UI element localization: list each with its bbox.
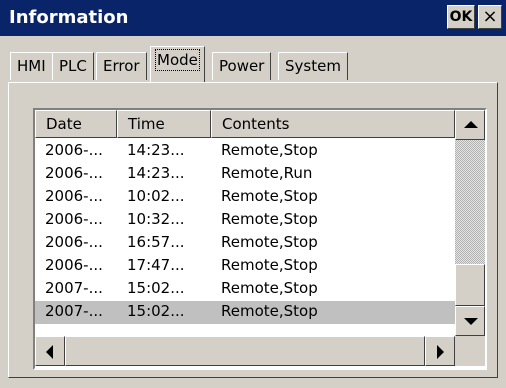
scrollbar-corner — [455, 336, 485, 366]
list-row[interactable]: 2006-... 10:32... Remote,Stop — [35, 209, 455, 232]
cell-date: 2007-... — [45, 279, 103, 297]
list-row[interactable]: 2006-... 10:02... Remote,Stop — [35, 186, 455, 209]
vertical-scrollbar[interactable] — [455, 110, 485, 336]
list-row[interactable]: 2006-... 16:57... Remote,Stop — [35, 232, 455, 255]
cell-time: 14:23... — [127, 141, 185, 159]
tab-power[interactable]: Power — [212, 52, 272, 80]
scroll-up-button[interactable] — [455, 110, 485, 140]
cell-contents: Remote,Stop — [221, 187, 318, 205]
title-bar: Information OK × — [0, 0, 506, 36]
cell-time: 17:47... — [127, 256, 185, 274]
list-rows: 2006-... 14:23... Remote,Stop 2006-... 1… — [35, 140, 455, 324]
tab-label: HMI — [17, 57, 46, 75]
list-row-selected[interactable]: 2007-... 15:02... Remote,Stop — [35, 301, 455, 324]
column-header-time[interactable]: Time — [117, 110, 211, 138]
arrow-down-icon — [464, 318, 478, 325]
cell-date: 2006-... — [45, 233, 103, 251]
arrow-left-icon — [46, 345, 53, 359]
arrow-up-icon — [464, 121, 478, 128]
cell-time: 14:23... — [127, 164, 185, 182]
tab-label: System — [285, 57, 341, 75]
scroll-down-button[interactable] — [455, 306, 485, 336]
ok-button[interactable]: OK — [447, 5, 475, 29]
cell-time: 10:02... — [127, 187, 185, 205]
cell-time: 16:57... — [127, 233, 185, 251]
cell-time: 10:32... — [127, 210, 185, 228]
scroll-right-button[interactable] — [425, 336, 455, 366]
tab-system[interactable]: System — [278, 52, 348, 80]
list-row[interactable]: 2007-... 15:02... Remote,Stop — [35, 278, 455, 301]
tab-label: Error — [103, 57, 140, 75]
cell-contents: Remote,Stop — [221, 210, 318, 228]
cell-contents: Remote,Stop — [221, 302, 318, 320]
tab-hmi[interactable]: HMI — [10, 52, 53, 80]
arrow-right-icon — [437, 345, 444, 359]
window-title: Information — [9, 7, 129, 28]
scroll-left-button[interactable] — [35, 336, 65, 366]
list-row[interactable]: 2006-... 14:23... Remote,Stop — [35, 140, 455, 163]
cell-contents: Remote,Stop — [221, 233, 318, 251]
tab-label: Power — [219, 57, 265, 75]
vertical-scroll-thumb[interactable] — [455, 264, 485, 306]
cell-time: 15:02... — [127, 279, 185, 297]
tab-label: PLC — [59, 57, 87, 75]
cell-date: 2006-... — [45, 256, 103, 274]
cell-date: 2006-... — [45, 164, 103, 182]
tab-mode[interactable]: Mode — [150, 46, 205, 82]
list-row[interactable]: 2006-... 17:47... Remote,Stop — [35, 255, 455, 278]
horizontal-scrollbar[interactable] — [35, 336, 455, 366]
cell-contents: Remote,Stop — [221, 141, 318, 159]
close-button[interactable]: × — [478, 5, 502, 29]
cell-date: 2006-... — [45, 141, 103, 159]
cell-time: 15:02... — [127, 302, 185, 320]
list-row[interactable]: 2006-... 14:23... Remote,Run — [35, 163, 455, 186]
cell-date: 2007-... — [45, 302, 103, 320]
tab-plc[interactable]: PLC — [52, 52, 94, 80]
tab-label: Mode — [155, 49, 200, 71]
cell-contents: Remote,Stop — [221, 256, 318, 274]
cell-contents: Remote,Stop — [221, 279, 318, 297]
tab-error[interactable]: Error — [96, 52, 147, 80]
cell-contents: Remote,Run — [221, 164, 313, 182]
mode-log-list[interactable]: Date Time Contents 2006-... 14:23... Rem… — [33, 108, 487, 370]
column-header-date[interactable]: Date — [35, 110, 117, 138]
horizontal-scroll-thumb[interactable] — [65, 336, 425, 366]
cell-date: 2006-... — [45, 210, 103, 228]
cell-date: 2006-... — [45, 187, 103, 205]
list-header: Date Time Contents — [35, 110, 455, 138]
column-header-contents[interactable]: Contents — [211, 110, 455, 138]
